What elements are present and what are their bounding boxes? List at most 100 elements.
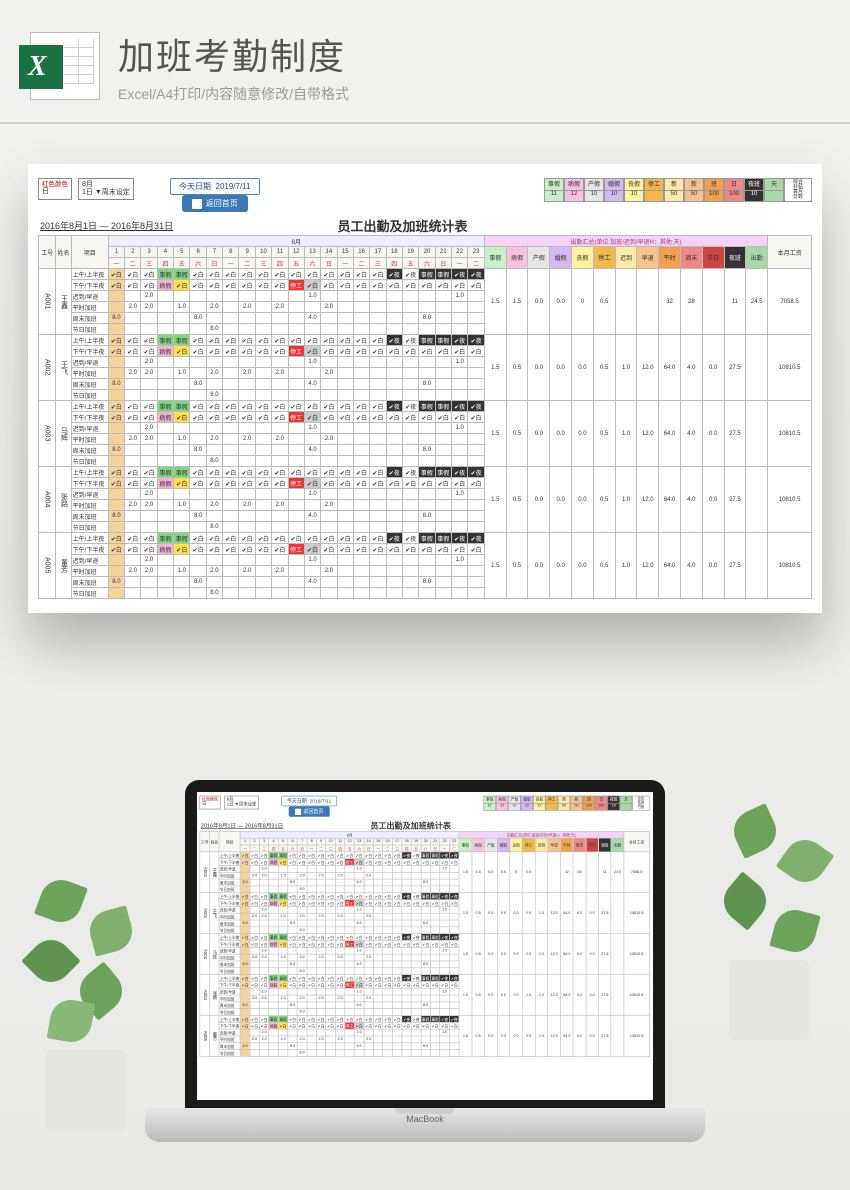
attendance-cell[interactable] [239, 291, 255, 302]
attendance-cell[interactable] [402, 872, 412, 879]
attendance-cell[interactable] [402, 920, 412, 927]
attendance-cell[interactable] [223, 445, 239, 456]
attendance-cell[interactable]: 2.0 [250, 872, 260, 879]
attendance-cell[interactable] [174, 357, 190, 368]
attendance-cell[interactable]: 事假 [174, 533, 190, 544]
attendance-cell[interactable]: ✔白 [250, 975, 260, 982]
attendance-cell[interactable] [174, 324, 190, 335]
attendance-cell[interactable] [383, 1036, 393, 1043]
attendance-cell[interactable] [239, 489, 255, 500]
attendance-cell[interactable]: ✔白 [304, 478, 320, 489]
attendance-cell[interactable] [402, 324, 418, 335]
attendance-cell[interactable] [125, 324, 141, 335]
attendance-cell[interactable]: 2.0 [321, 302, 337, 313]
attendance-cell[interactable]: ✔白 [449, 859, 459, 866]
attendance-cell[interactable] [386, 555, 402, 566]
attendance-cell[interactable] [435, 390, 451, 401]
attendance-cell[interactable] [307, 1036, 317, 1043]
attendance-cell[interactable]: ✔白 [337, 346, 353, 357]
attendance-cell[interactable] [108, 555, 124, 566]
attendance-cell[interactable] [157, 445, 173, 456]
attendance-cell[interactable] [392, 968, 402, 975]
attendance-cell[interactable] [370, 423, 386, 434]
attendance-cell[interactable]: ✔白 [307, 981, 317, 988]
attendance-cell[interactable] [421, 968, 431, 975]
attendance-cell[interactable] [316, 1050, 326, 1057]
attendance-cell[interactable] [354, 1050, 364, 1057]
attendance-cell[interactable]: ✔白 [223, 544, 239, 555]
attendance-cell[interactable] [435, 291, 451, 302]
attendance-cell[interactable]: 事假 [278, 934, 288, 941]
attendance-cell[interactable]: ✔白 [451, 544, 467, 555]
attendance-cell[interactable] [239, 379, 255, 390]
attendance-cell[interactable] [392, 995, 402, 1002]
attendance-cell[interactable]: ✔白 [316, 1022, 326, 1029]
attendance-cell[interactable] [419, 555, 435, 566]
attendance-cell[interactable] [451, 445, 467, 456]
attendance-cell[interactable]: ✔白 [435, 544, 451, 555]
attendance-cell[interactable] [419, 500, 435, 511]
attendance-cell[interactable]: ✔白 [174, 412, 190, 423]
attendance-cell[interactable] [468, 500, 485, 511]
attendance-cell[interactable]: 2.0 [259, 988, 269, 995]
attendance-cell[interactable]: ✔白 [223, 346, 239, 357]
attendance-cell[interactable]: ✔白 [383, 852, 393, 859]
attendance-cell[interactable]: ✔白 [288, 900, 298, 907]
attendance-cell[interactable] [326, 954, 336, 961]
attendance-cell[interactable]: ✔白 [321, 401, 337, 412]
attendance-cell[interactable]: ✔白 [250, 934, 260, 941]
attendance-cell[interactable] [440, 1009, 450, 1016]
attendance-cell[interactable]: 2.0 [206, 500, 222, 511]
attendance-cell[interactable]: ✔白 [272, 533, 288, 544]
attendance-cell[interactable] [278, 1009, 288, 1016]
attendance-cell[interactable]: ✔白 [288, 852, 298, 859]
attendance-cell[interactable] [353, 434, 369, 445]
attendance-cell[interactable] [259, 968, 269, 975]
attendance-cell[interactable] [383, 1029, 393, 1036]
attendance-cell[interactable]: 8.0 [108, 313, 124, 324]
attendance-cell[interactable]: ✔白 [326, 975, 336, 982]
attendance-cell[interactable] [288, 489, 304, 500]
attendance-cell[interactable] [419, 434, 435, 445]
attendance-cell[interactable]: ✔白 [337, 280, 353, 291]
attendance-cell[interactable] [411, 1029, 421, 1036]
attendance-cell[interactable]: ✔白 [337, 401, 353, 412]
attendance-cell[interactable]: 事假 [430, 934, 440, 941]
attendance-cell[interactable] [392, 872, 402, 879]
attendance-cell[interactable] [223, 577, 239, 588]
attendance-cell[interactable]: 2.0 [316, 913, 326, 920]
attendance-cell[interactable] [272, 555, 288, 566]
attendance-cell[interactable]: 8.0 [240, 1043, 250, 1050]
attendance-cell[interactable]: 1.0 [304, 423, 320, 434]
attendance-cell[interactable] [288, 324, 304, 335]
attendance-cell[interactable]: ✔白 [206, 280, 222, 291]
attendance-cell[interactable]: ✔白 [206, 467, 222, 478]
attendance-cell[interactable]: ✔白 [304, 467, 320, 478]
attendance-cell[interactable] [392, 1029, 402, 1036]
attendance-cell[interactable]: ✔白 [206, 478, 222, 489]
attendance-cell[interactable] [451, 313, 467, 324]
attendance-cell[interactable]: ✔白 [272, 280, 288, 291]
attendance-cell[interactable] [449, 1009, 459, 1016]
attendance-cell[interactable]: ✔白 [108, 533, 124, 544]
attendance-cell[interactable] [402, 1043, 412, 1050]
attendance-cell[interactable]: ✔白 [337, 269, 353, 280]
attendance-cell[interactable]: ✔白 [223, 335, 239, 346]
attendance-cell[interactable]: ✔白 [468, 280, 485, 291]
attendance-cell[interactable] [157, 434, 173, 445]
attendance-cell[interactable] [239, 313, 255, 324]
attendance-cell[interactable] [435, 434, 451, 445]
attendance-cell[interactable]: ✔白 [255, 401, 271, 412]
attendance-cell[interactable]: ✔白 [223, 478, 239, 489]
attendance-cell[interactable] [383, 1002, 393, 1009]
attendance-cell[interactable]: ✔白 [125, 280, 141, 291]
attendance-cell[interactable] [307, 865, 317, 872]
attendance-cell[interactable]: ✔白 [440, 940, 450, 947]
attendance-cell[interactable]: ✔白 [206, 269, 222, 280]
attendance-cell[interactable] [255, 357, 271, 368]
attendance-cell[interactable] [335, 1043, 345, 1050]
attendance-cell[interactable] [402, 456, 418, 467]
attendance-cell[interactable] [402, 995, 412, 1002]
attendance-cell[interactable]: ✔白 [125, 544, 141, 555]
attendance-cell[interactable] [223, 390, 239, 401]
